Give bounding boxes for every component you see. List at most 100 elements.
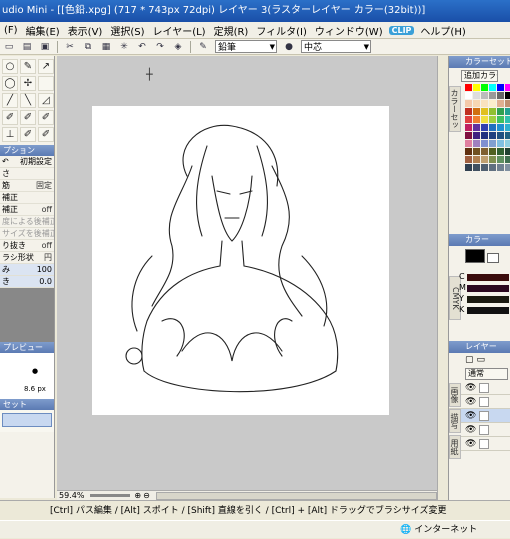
color-swatch[interactable] bbox=[505, 164, 510, 171]
color-swatch[interactable] bbox=[465, 156, 472, 163]
undo-icon[interactable]: ↶ bbox=[135, 40, 149, 53]
color-swatch[interactable] bbox=[473, 140, 480, 147]
blank-tool-icon[interactable] bbox=[38, 76, 54, 91]
menu-layer[interactable]: レイヤー(L) bbox=[149, 23, 210, 38]
sub-color-swatch[interactable] bbox=[487, 253, 499, 263]
eye-icon[interactable]: 👁 bbox=[465, 383, 476, 393]
lasso-icon[interactable]: ◯ bbox=[2, 76, 18, 91]
color-swatch[interactable] bbox=[473, 148, 480, 155]
menu-select[interactable]: 選択(S) bbox=[106, 23, 148, 38]
zoom-slider[interactable] bbox=[90, 494, 131, 497]
stamp-icon[interactable]: ⊥ bbox=[2, 127, 18, 142]
color-swatch[interactable] bbox=[505, 124, 510, 131]
eraser-icon[interactable]: ↗ bbox=[38, 59, 54, 74]
transform-icon[interactable]: ◈ bbox=[171, 40, 185, 53]
airbrush-icon[interactable]: ✐ bbox=[20, 110, 36, 125]
reset-button[interactable]: 初期設定 bbox=[20, 156, 52, 167]
color-swatch[interactable] bbox=[465, 124, 472, 131]
magic-wand-icon[interactable]: ✢ bbox=[20, 76, 36, 91]
color-swatch[interactable] bbox=[497, 124, 504, 131]
color-swatch[interactable] bbox=[489, 84, 496, 91]
eye-icon[interactable]: 👁 bbox=[465, 439, 476, 449]
color-swatch[interactable] bbox=[505, 108, 510, 115]
color-swatch[interactable] bbox=[489, 100, 496, 107]
color-swatch[interactable] bbox=[465, 164, 472, 171]
folder-icon[interactable]: ▭ bbox=[477, 355, 486, 365]
redo-icon[interactable]: ↷ bbox=[153, 40, 167, 53]
color-swatch[interactable] bbox=[473, 156, 480, 163]
eye-icon[interactable]: 👁 bbox=[465, 397, 476, 407]
color-swatch[interactable] bbox=[497, 92, 504, 99]
color-swatch[interactable] bbox=[505, 84, 510, 91]
color-swatch[interactable] bbox=[481, 116, 488, 123]
color-swatch[interactable] bbox=[497, 108, 504, 115]
color-swatch[interactable] bbox=[473, 92, 480, 99]
color-swatch[interactable] bbox=[481, 124, 488, 131]
color-swatch[interactable] bbox=[465, 116, 472, 123]
color-swatch[interactable] bbox=[481, 164, 488, 171]
zoom-in-icon[interactable]: ⊕ bbox=[134, 491, 141, 500]
color-swatch[interactable] bbox=[465, 148, 472, 155]
color-swatch[interactable] bbox=[473, 84, 480, 91]
smudge-icon[interactable]: ✐ bbox=[38, 127, 54, 142]
color-swatch[interactable] bbox=[465, 92, 472, 99]
color-swatch[interactable] bbox=[473, 100, 480, 107]
zoom-out-icon[interactable]: ⊖ bbox=[143, 491, 150, 500]
color-swatch[interactable] bbox=[497, 132, 504, 139]
add-color-set-button[interactable]: 追加カラーセ bbox=[461, 70, 498, 82]
color-swatch[interactable] bbox=[489, 156, 496, 163]
m-channel-bar[interactable]: M bbox=[459, 283, 509, 292]
color-swatch[interactable] bbox=[473, 132, 480, 139]
eye-icon[interactable]: 👁 bbox=[465, 425, 476, 435]
copy-icon[interactable]: ⧉ bbox=[81, 40, 95, 53]
paste-icon[interactable]: ▦ bbox=[99, 40, 113, 53]
tab-paper[interactable]: 用紙 bbox=[449, 435, 461, 459]
color-swatch[interactable] bbox=[465, 132, 472, 139]
curve-icon[interactable]: ╲ bbox=[20, 93, 36, 108]
color-swatch[interactable] bbox=[497, 84, 504, 91]
open-icon[interactable]: ▤ bbox=[20, 40, 34, 53]
blend-mode-select[interactable]: 通常 bbox=[465, 368, 508, 380]
color-swatch[interactable] bbox=[505, 140, 510, 147]
color-swatch[interactable] bbox=[489, 148, 496, 155]
color-swatch[interactable] bbox=[473, 164, 480, 171]
color-swatch[interactable] bbox=[497, 148, 504, 155]
reset-row[interactable]: ↶ 初期設定 bbox=[0, 156, 54, 168]
tab-image[interactable]: 画像 bbox=[449, 383, 461, 407]
color-swatch[interactable] bbox=[465, 140, 472, 147]
brush-shape-row[interactable]: ラシ形状 円 bbox=[0, 252, 54, 264]
color-swatch[interactable] bbox=[481, 140, 488, 147]
scroll-track[interactable] bbox=[155, 491, 437, 500]
blur-icon[interactable]: ✐ bbox=[20, 127, 36, 142]
color-swatch[interactable] bbox=[481, 100, 488, 107]
pen-icon[interactable]: ✎ bbox=[20, 59, 36, 74]
color-swatch[interactable] bbox=[505, 148, 510, 155]
color-swatch[interactable] bbox=[505, 116, 510, 123]
option-row[interactable]: 補正 bbox=[0, 192, 54, 204]
menu-help[interactable]: ヘルプ(H) bbox=[416, 23, 469, 38]
eye-icon[interactable]: 👁 bbox=[465, 411, 476, 421]
option-row[interactable]: 補正 off bbox=[0, 204, 54, 216]
color-swatch[interactable] bbox=[497, 100, 504, 107]
color-swatch[interactable] bbox=[489, 108, 496, 115]
option-row[interactable]: さ bbox=[0, 168, 54, 180]
color-swatch[interactable] bbox=[497, 164, 504, 171]
color-swatch[interactable] bbox=[489, 164, 496, 171]
menu-edit[interactable]: 編集(E) bbox=[22, 23, 64, 38]
align-select[interactable]: 中芯 ▼ bbox=[301, 40, 371, 53]
tab-color-set[interactable]: カラーセット bbox=[449, 86, 461, 132]
color-swatch[interactable] bbox=[497, 140, 504, 147]
option-row[interactable]: り抜き off bbox=[0, 240, 54, 252]
color-swatch[interactable] bbox=[465, 100, 472, 107]
new-layer-icon[interactable]: ▢ bbox=[465, 355, 474, 365]
color-swatch[interactable] bbox=[497, 156, 504, 163]
vertical-scrollbar[interactable] bbox=[437, 56, 447, 500]
marker-icon[interactable]: ✐ bbox=[38, 110, 54, 125]
color-swatch[interactable] bbox=[505, 132, 510, 139]
color-swatch[interactable] bbox=[465, 84, 472, 91]
menu-view[interactable]: 表示(V) bbox=[64, 23, 107, 38]
menu-ruler[interactable]: 定規(R) bbox=[210, 23, 253, 38]
color-swatch[interactable] bbox=[505, 92, 510, 99]
line-icon[interactable]: ╱ bbox=[2, 93, 18, 108]
preset-item[interactable] bbox=[2, 413, 52, 427]
